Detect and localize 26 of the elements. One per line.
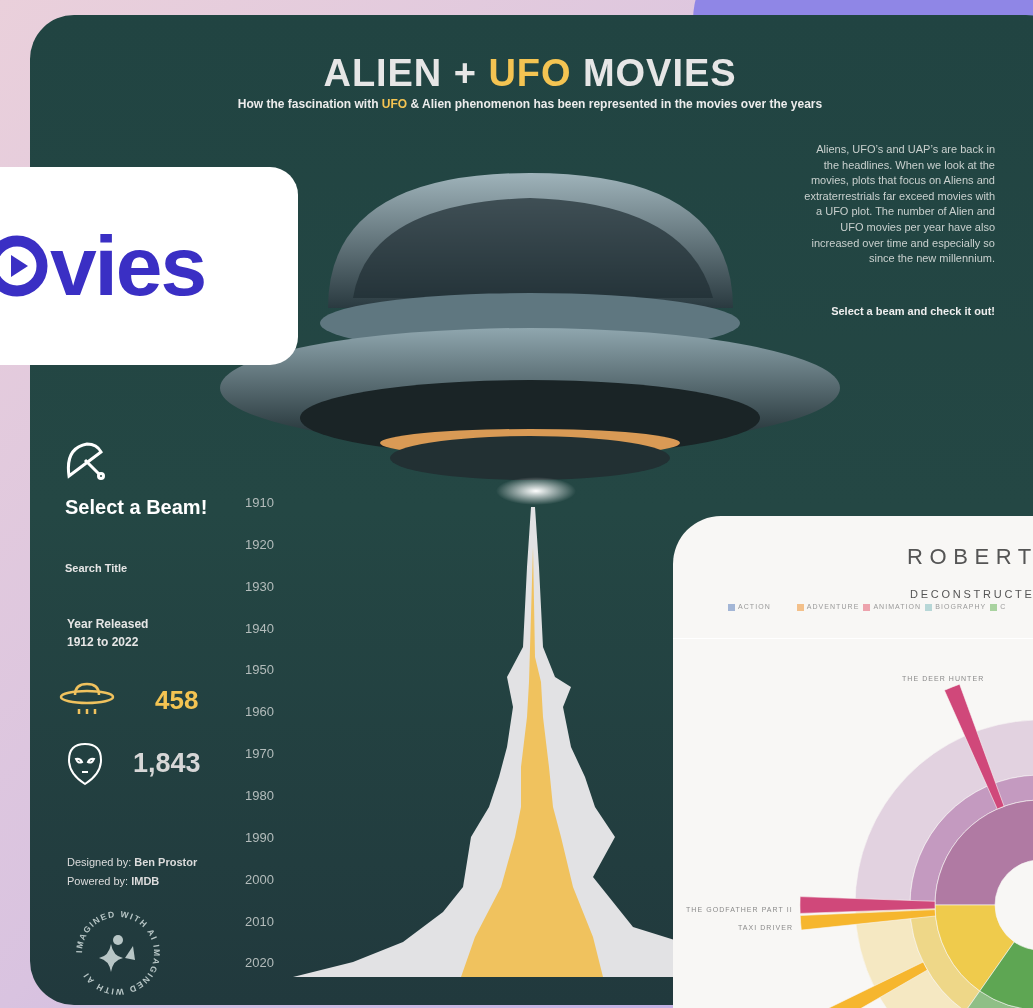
year-axis-label: 1950 [245, 661, 274, 680]
dashboard-title: ALIEN + UFO MOVIES [322, 51, 738, 96]
year-axis-label: 1970 [245, 745, 274, 764]
credit-line: Designed by: Ben Prostor [67, 854, 199, 870]
dashboard-subtitle: How the fascination with UFO & Alien phenomenon has been represented in the movies over the years [236, 96, 824, 113]
year-axis-label: 2010 [245, 912, 274, 931]
year-axis-label: 1920 [245, 535, 274, 554]
intro-paragraph: Aliens, UFO’s and UAP’s are back in the headlines. When we look at the movies, plots that focus on Aliens and extraterrestrials far exceed movies with a UFO plot. The number of Alien and UFO movies per year have also increased over time and especially so since the new millennium. [803, 142, 995, 267]
logo-text: vies [50, 224, 206, 308]
play-icon [0, 235, 48, 297]
call-to-action: Select a beam and check it out! [830, 304, 995, 319]
year-axis-label: 1940 [245, 619, 274, 638]
card-title: ROBERT [907, 543, 1033, 571]
year-axis-label: 1930 [245, 577, 274, 596]
year-axis-label: 1990 [245, 828, 274, 847]
year-axis-label: 1910 [245, 494, 274, 512]
movie-count: 1,843 [133, 747, 201, 781]
year-range: 1912 to 2022 [67, 633, 140, 651]
year-axis-label: 1980 [245, 787, 274, 805]
umbrella-icon [65, 440, 107, 480]
movie-count: 458 [155, 683, 199, 717]
year-axis-label: 2020 [245, 954, 274, 973]
year-axis-label: 2000 [245, 870, 274, 889]
alien-icon [67, 741, 103, 786]
year-axis-label: 1960 [245, 703, 274, 722]
search-label[interactable]: Search Title [65, 560, 255, 577]
